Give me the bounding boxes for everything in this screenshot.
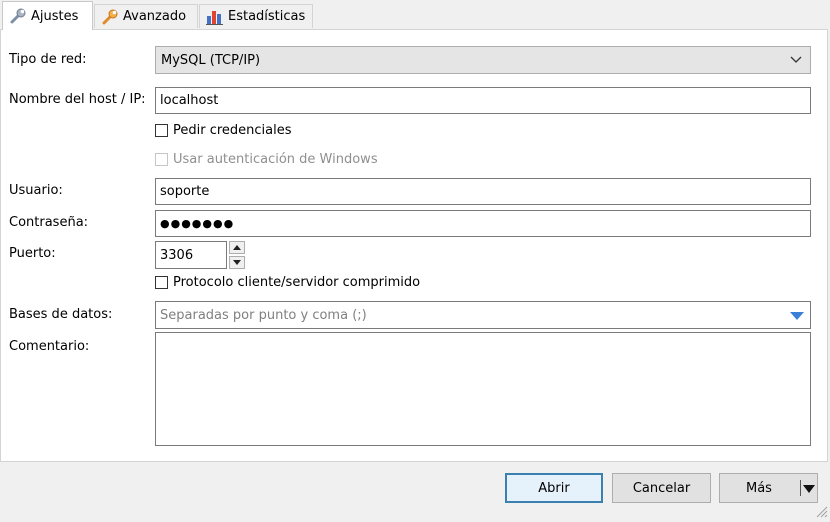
port-label: Puerto: — [9, 246, 56, 261]
windows-auth-checkbox — [155, 153, 168, 166]
tab-estadisticas[interactable]: Estadísticas — [199, 4, 313, 28]
password-value: ●●●●●●● — [160, 217, 235, 230]
tab-bar: Ajustes Avanzado Estadísticas — [0, 0, 830, 30]
dropdown-arrow-icon[interactable] — [803, 483, 815, 493]
port-decrement-button[interactable] — [229, 256, 245, 269]
cancel-button-label: Cancelar — [632, 480, 691, 496]
tab-label: Ajustes — [31, 8, 79, 24]
comment-textarea[interactable] — [155, 332, 811, 446]
tab-label: Estadísticas — [228, 9, 306, 24]
dropdown-arrow-icon[interactable] — [790, 310, 804, 320]
compressed-option[interactable]: Protocolo cliente/servidor comprimido — [155, 275, 420, 290]
host-value: localhost — [160, 93, 219, 108]
bar-chart-icon — [206, 8, 224, 26]
user-label: Usuario: — [9, 183, 63, 198]
wrench-icon — [9, 7, 27, 25]
network-type-value: MySQL (TCP/IP) — [161, 52, 261, 68]
settings-panel: Tipo de red: MySQL (TCP/IP) Nombre del h… — [0, 29, 828, 462]
more-button-label: Más — [746, 480, 772, 496]
network-type-select[interactable]: MySQL (TCP/IP) — [155, 46, 811, 74]
cancel-button[interactable]: Cancelar — [612, 473, 711, 503]
compressed-label: Protocolo cliente/servidor comprimido — [173, 275, 421, 290]
port-increment-button[interactable] — [229, 241, 245, 254]
databases-label: Bases de datos: — [9, 307, 113, 322]
host-input[interactable]: localhost — [155, 87, 811, 114]
tab-label: Avanzado — [123, 9, 187, 24]
compressed-checkbox[interactable] — [155, 276, 168, 289]
arrow-down-icon — [233, 260, 241, 265]
ask-credentials-checkbox[interactable] — [155, 124, 168, 137]
tab-ajustes[interactable]: Ajustes — [2, 1, 93, 30]
ask-credentials-option[interactable]: Pedir credenciales — [155, 123, 292, 138]
chevron-down-icon — [790, 53, 802, 65]
arrow-up-icon — [233, 245, 241, 250]
comment-label: Comentario: — [9, 339, 90, 354]
more-button-divider — [800, 480, 801, 496]
windows-auth-option: Usar autenticación de Windows — [155, 152, 378, 167]
network-type-label: Tipo de red: — [9, 52, 87, 67]
open-button[interactable]: Abrir — [505, 473, 603, 503]
user-value: soporte — [160, 184, 210, 199]
port-stepper — [229, 241, 245, 269]
port-value: 3306 — [160, 247, 194, 263]
windows-auth-label: Usar autenticación de Windows — [173, 152, 378, 167]
databases-placeholder: Separadas por punto y coma (;) — [160, 307, 367, 323]
wrench-orange-icon — [101, 8, 119, 26]
password-label: Contraseña: — [9, 215, 89, 230]
password-input[interactable]: ●●●●●●● — [155, 210, 811, 237]
resize-grip-icon[interactable] — [814, 504, 828, 518]
open-button-label: Abrir — [538, 480, 570, 496]
ask-credentials-label: Pedir credenciales — [173, 123, 292, 138]
port-input[interactable]: 3306 — [155, 241, 227, 269]
user-input[interactable]: soporte — [155, 178, 811, 205]
databases-input[interactable]: Separadas por punto y coma (;) — [155, 301, 811, 329]
host-label: Nombre del host / IP: — [9, 92, 146, 107]
tab-avanzado[interactable]: Avanzado — [94, 4, 198, 28]
